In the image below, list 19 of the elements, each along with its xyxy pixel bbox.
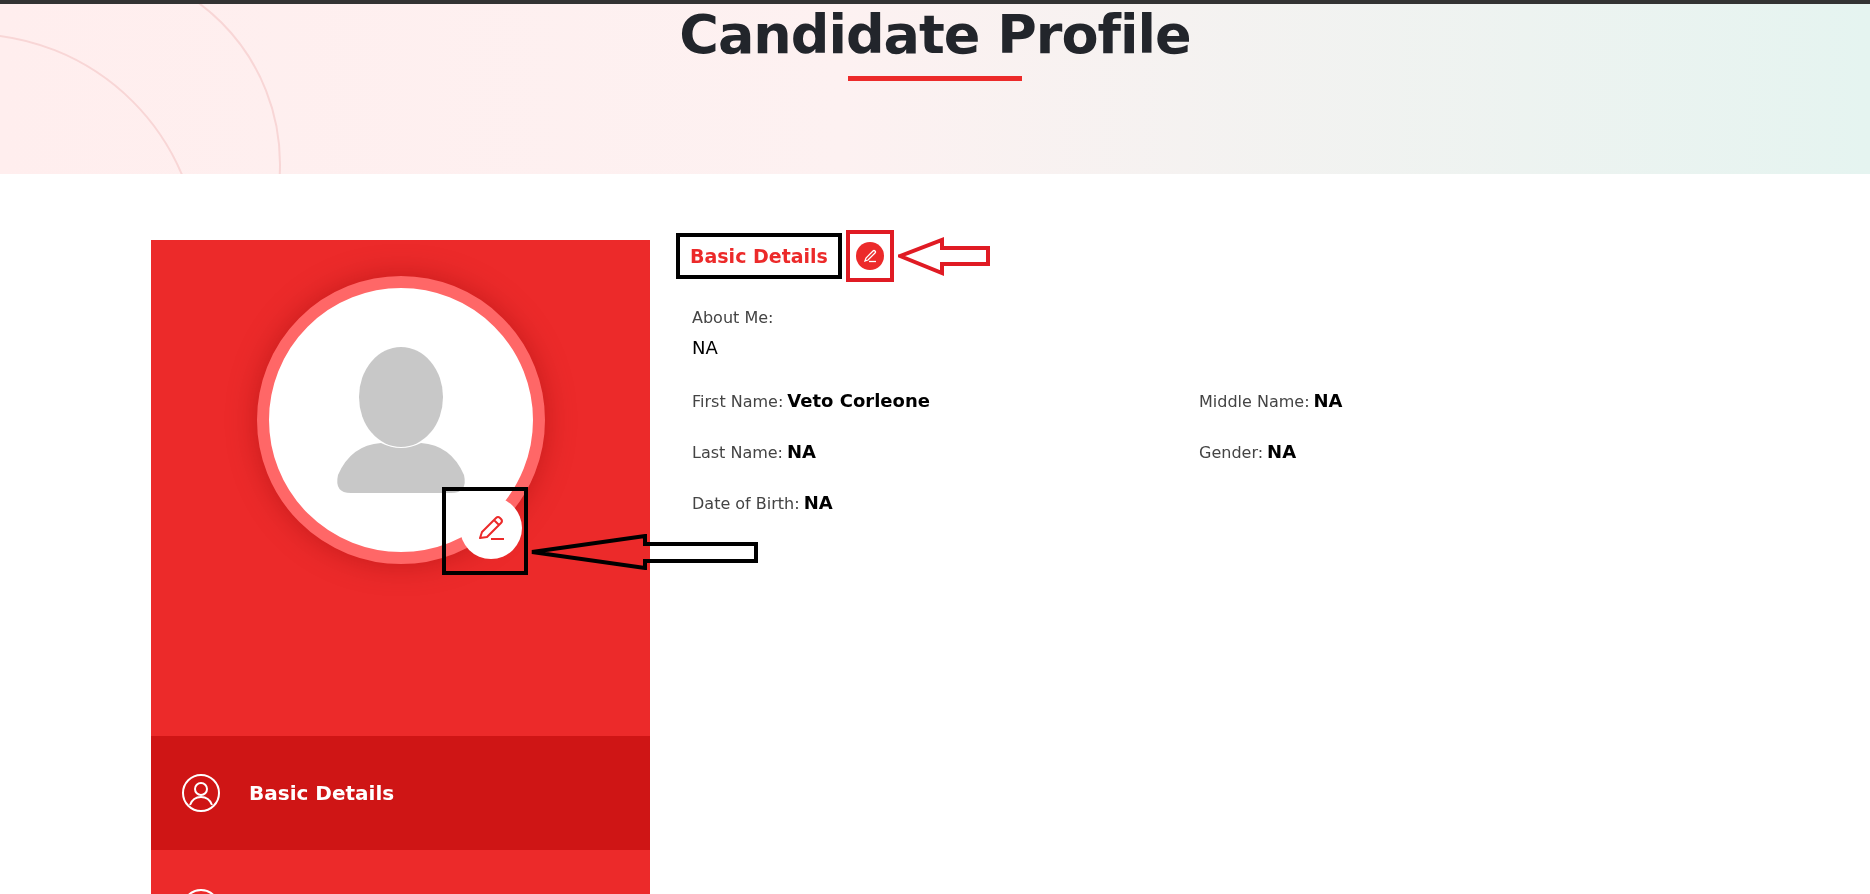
user-circle-icon bbox=[181, 773, 221, 813]
sidebar-item[interactable]: Basic Details bbox=[151, 736, 650, 850]
field-label: Middle Name: bbox=[1199, 392, 1310, 411]
pencil-icon bbox=[476, 513, 506, 543]
field-value: NA bbox=[787, 441, 816, 462]
edit-details-button[interactable] bbox=[855, 242, 884, 270]
field-value: NA bbox=[803, 492, 833, 513]
field-label: About Me: bbox=[692, 308, 774, 327]
field-value: NA bbox=[1267, 441, 1297, 462]
section-title: Basic Details bbox=[689, 243, 829, 269]
field-label: Last Name: bbox=[692, 443, 783, 462]
field-value: NA bbox=[1313, 390, 1343, 411]
field-label: First Name: bbox=[692, 392, 784, 411]
page-title: Candidate Profile bbox=[679, 4, 1191, 62]
field-label: Date of Birth: bbox=[692, 494, 800, 513]
field-label: Gender: bbox=[1199, 443, 1264, 462]
field-value: Veto Corleone bbox=[787, 390, 930, 411]
field-value: NA bbox=[692, 337, 718, 358]
pencil-icon bbox=[861, 248, 878, 264]
